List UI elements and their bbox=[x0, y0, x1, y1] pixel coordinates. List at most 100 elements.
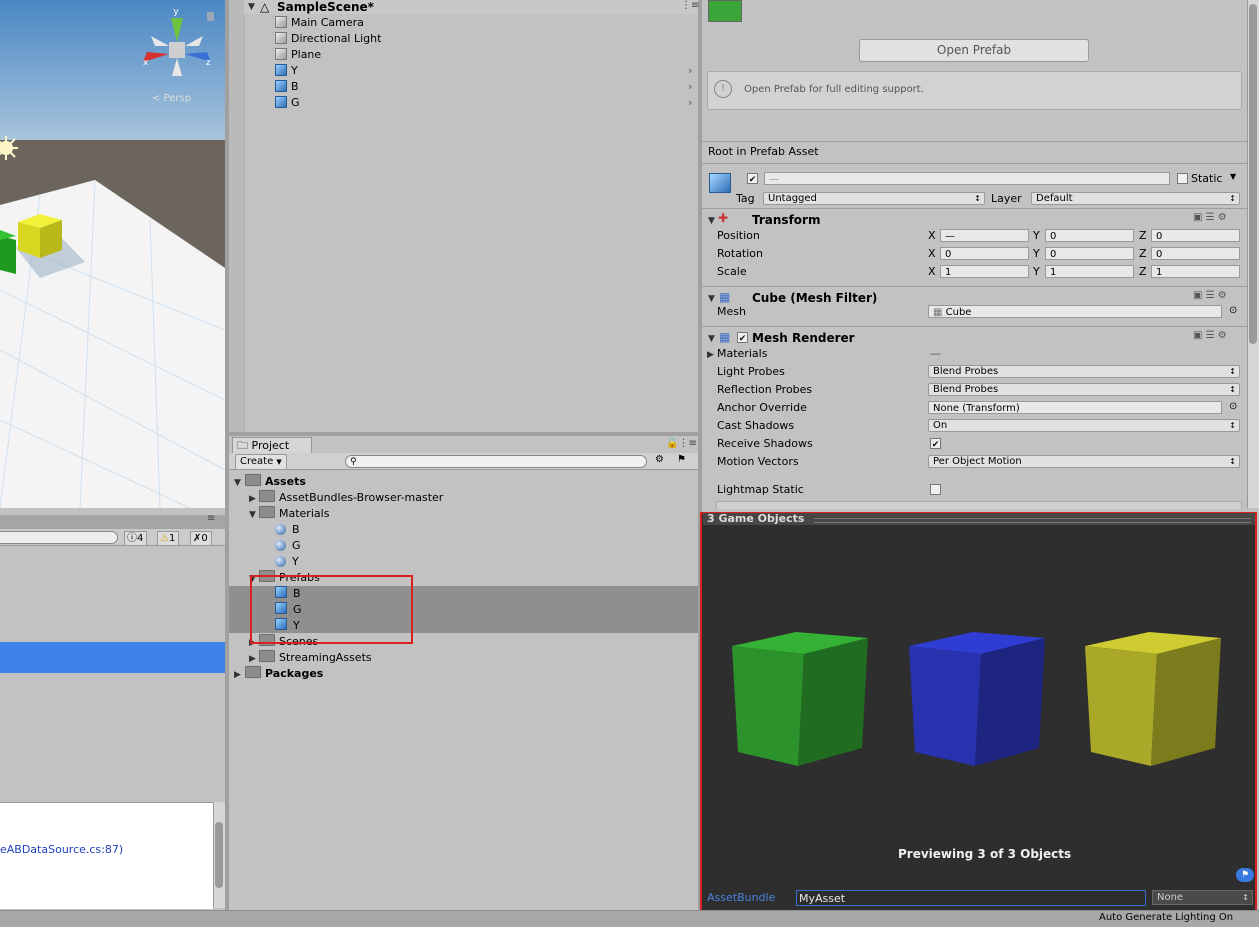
z-axis-label: Z bbox=[1139, 229, 1147, 242]
scale-z-field[interactable]: 1 bbox=[1151, 265, 1240, 278]
active-checkbox[interactable] bbox=[747, 173, 758, 184]
reflection-probes-dropdown[interactable]: Blend Probes bbox=[928, 383, 1240, 396]
scene-foldout-icon[interactable]: ▼ bbox=[248, 2, 255, 12]
component-settings-icon[interactable]: ▣ ☰ ⚙ bbox=[1193, 290, 1227, 301]
foldout-open-icon[interactable]: ▼ bbox=[708, 294, 715, 304]
lightmap-static-checkbox[interactable] bbox=[930, 484, 941, 495]
material-icon bbox=[275, 556, 286, 567]
project-item-assetbundles-browser[interactable]: AssetBundles-Browser-master bbox=[259, 490, 443, 506]
transform-title[interactable]: Transform bbox=[752, 212, 820, 228]
project-item-material[interactable]: G bbox=[275, 538, 301, 554]
project-item-materials[interactable]: Materials bbox=[259, 506, 329, 522]
console-info-count[interactable]: ⓘ4 bbox=[124, 531, 148, 546]
chevron-right-icon[interactable]: › bbox=[688, 96, 692, 109]
project-search-input[interactable]: ⚲ bbox=[345, 455, 647, 468]
console-selected-row[interactable] bbox=[0, 642, 226, 673]
foldout-closed-icon[interactable]: ▶ bbox=[707, 350, 714, 360]
open-prefab-button[interactable]: Open Prefab bbox=[859, 39, 1089, 62]
rotation-z-field[interactable]: 0 bbox=[1151, 247, 1240, 260]
project-item-streaming-assets[interactable]: StreamingAssets bbox=[259, 650, 372, 666]
position-z-field[interactable]: 0 bbox=[1151, 229, 1240, 242]
position-y-field[interactable]: 0 bbox=[1045, 229, 1134, 242]
project-item-material[interactable]: B bbox=[275, 522, 300, 538]
hierarchy-item[interactable]: G bbox=[275, 95, 300, 111]
tab-project[interactable]: 🗀 Project bbox=[232, 437, 312, 454]
hierarchy-item[interactable]: Directional Light bbox=[275, 31, 381, 47]
anchor-override-field[interactable]: None (Transform) bbox=[928, 401, 1222, 414]
reflection-probes-label: Reflection Probes bbox=[717, 383, 813, 396]
object-picker-icon[interactable]: ⊙ bbox=[1229, 401, 1237, 412]
layer-dropdown[interactable]: Default bbox=[1031, 192, 1240, 205]
inspector-scrollbar-thumb[interactable] bbox=[1249, 4, 1257, 344]
folder-icon bbox=[245, 666, 261, 678]
y-axis-label: Y bbox=[1033, 265, 1040, 278]
x-axis-label: X bbox=[928, 229, 936, 242]
status-text: Auto Generate Lighting On bbox=[1099, 912, 1234, 923]
projection-label[interactable]: < Persp bbox=[152, 93, 191, 104]
foldout-closed-icon[interactable]: ▶ bbox=[249, 494, 256, 504]
project-item-assets[interactable]: Assets bbox=[245, 474, 306, 490]
tag-icon[interactable]: ⚑ bbox=[1236, 868, 1254, 882]
hierarchy-item[interactable]: Plane bbox=[275, 47, 321, 63]
rotation-label: Rotation bbox=[717, 247, 764, 260]
dropdown-arrow-icon[interactable]: ▼ bbox=[1230, 172, 1236, 181]
console-search-input[interactable] bbox=[0, 531, 118, 544]
component-settings-icon[interactable]: ▣ ☰ ⚙ bbox=[1193, 330, 1227, 341]
static-checkbox[interactable] bbox=[1177, 173, 1188, 184]
mesh-filter-title[interactable]: Cube (Mesh Filter) bbox=[752, 290, 877, 306]
cast-shadows-dropdown[interactable]: On bbox=[928, 419, 1240, 432]
name-field[interactable]: — bbox=[764, 172, 1170, 185]
position-x-field[interactable]: — bbox=[940, 229, 1029, 242]
console-warning-count[interactable]: ⚠1 bbox=[157, 531, 180, 546]
receive-shadows-checkbox[interactable] bbox=[930, 438, 941, 449]
prefab-cube-icon bbox=[709, 173, 731, 193]
scene-viewport[interactable]: y x z bbox=[0, 0, 225, 508]
hierarchy-item[interactable]: Y bbox=[275, 63, 298, 79]
motion-vectors-dropdown[interactable]: Per Object Motion bbox=[928, 455, 1240, 468]
light-probes-dropdown[interactable]: Blend Probes bbox=[928, 365, 1240, 378]
hierarchy-item[interactable]: B bbox=[275, 79, 299, 95]
component-settings-icon[interactable]: ▣ ☰ ⚙ bbox=[1193, 212, 1227, 223]
foldout-open-icon[interactable]: ▼ bbox=[234, 478, 241, 488]
preview-render[interactable] bbox=[702, 526, 1255, 836]
scale-x-field[interactable]: 1 bbox=[940, 265, 1029, 278]
console-stacktrace-link[interactable]: eABDataSource.cs:87) bbox=[0, 843, 123, 856]
foldout-open-icon[interactable]: ▼ bbox=[708, 334, 715, 344]
scale-y-field[interactable]: 1 bbox=[1045, 265, 1134, 278]
layer-label: Layer bbox=[991, 192, 1022, 205]
folder-tab-icon: 🗀 bbox=[237, 439, 248, 452]
foldout-open-icon[interactable]: ▼ bbox=[708, 216, 715, 226]
foldout-closed-icon[interactable]: ▶ bbox=[249, 654, 256, 664]
create-button[interactable]: Create ▼ bbox=[235, 454, 287, 470]
scene-view[interactable]: y x z < Persp bbox=[0, 0, 225, 508]
object-picker-icon[interactable]: ⊙ bbox=[1229, 305, 1237, 316]
project-item-material[interactable]: Y bbox=[275, 554, 299, 570]
chevron-right-icon[interactable]: › bbox=[688, 80, 692, 93]
assetbundle-variant-dropdown[interactable]: None ↕ bbox=[1152, 890, 1253, 905]
filter-by-type-icon[interactable]: ⚙ bbox=[655, 454, 664, 465]
lock-icon[interactable]: 🔒⋮≡ bbox=[666, 438, 697, 449]
yellow-cube-preview bbox=[1085, 632, 1221, 766]
project-item-packages[interactable]: Packages bbox=[245, 666, 323, 682]
hierarchy-item[interactable]: Main Camera bbox=[275, 15, 364, 31]
tag-dropdown[interactable]: Untagged bbox=[763, 192, 985, 205]
rotation-x-field[interactable]: 0 bbox=[940, 247, 1029, 260]
folder-icon bbox=[259, 506, 275, 518]
foldout-open-icon[interactable]: ▼ bbox=[249, 510, 256, 520]
preview-drag-handle[interactable] bbox=[814, 518, 1251, 523]
divider bbox=[702, 208, 1247, 209]
chevron-right-icon[interactable]: › bbox=[688, 64, 692, 77]
mesh-renderer-title[interactable]: Mesh Renderer bbox=[752, 330, 855, 346]
foldout-closed-icon[interactable]: ▶ bbox=[234, 670, 241, 680]
mesh-field[interactable]: ▦ Cube bbox=[928, 305, 1222, 318]
filter-by-label-icon[interactable]: ⚑ bbox=[677, 454, 686, 465]
folder-icon bbox=[259, 490, 275, 502]
scene-menu-icon[interactable]: ⋮≡ bbox=[681, 0, 699, 11]
prefab-icon bbox=[275, 80, 287, 92]
console-menu-icon[interactable]: ≡ bbox=[207, 513, 215, 524]
console-scrollbar-thumb[interactable] bbox=[215, 822, 223, 888]
console-error-count[interactable]: ✗0 bbox=[190, 531, 212, 546]
rotation-y-field[interactable]: 0 bbox=[1045, 247, 1134, 260]
assetbundle-name-input[interactable]: MyAsset bbox=[796, 890, 1146, 906]
mesh-renderer-enabled-checkbox[interactable] bbox=[737, 332, 748, 343]
